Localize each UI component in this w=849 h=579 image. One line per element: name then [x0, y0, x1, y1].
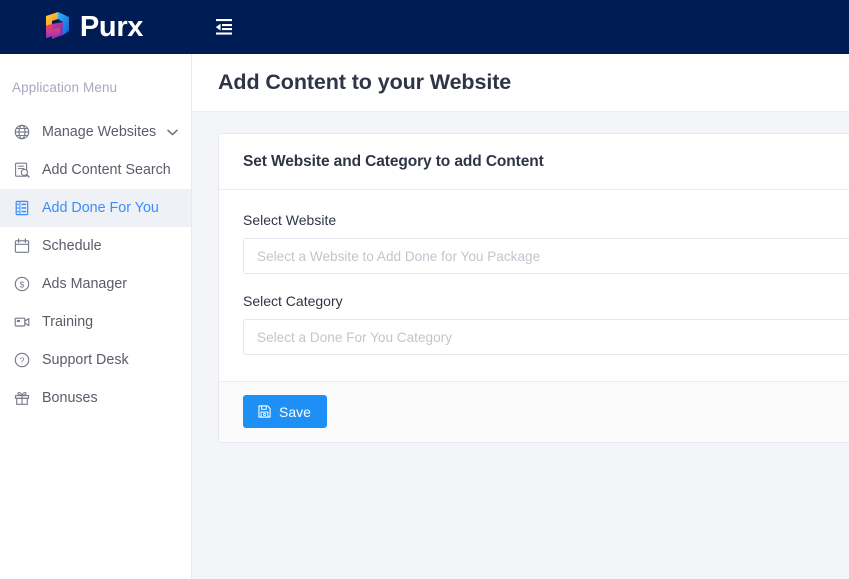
content-area: Set Website and Category to add Content … — [192, 112, 849, 443]
sidebar-item-manage-websites[interactable]: Manage Websites — [0, 113, 191, 151]
sidebar-item-bonuses[interactable]: Bonuses — [0, 379, 191, 417]
sidebar-item-label: Ads Manager — [42, 276, 128, 292]
brand-name: Purx — [79, 10, 144, 43]
sidebar-item-label: Support Desk — [42, 352, 129, 368]
select-website-input[interactable] — [243, 238, 849, 274]
sidebar: Application Menu Manage Websites Add Con… — [0, 54, 192, 579]
sidebar-item-add-content-search[interactable]: Add Content Search — [0, 151, 191, 189]
globe-icon — [12, 123, 31, 142]
sidebar-item-label: Add Content Search — [42, 162, 171, 178]
sidebar-item-ads-manager[interactable]: $ Ads Manager — [0, 265, 191, 303]
svg-text:$: $ — [19, 279, 24, 289]
page-title: Add Content to your Website — [218, 70, 512, 94]
save-button-label: Save — [279, 403, 311, 420]
calendar-icon — [12, 237, 31, 256]
top-navbar: Purx — [0, 0, 849, 54]
select-category-label: Select Category — [243, 293, 343, 309]
card-footer: Save — [219, 381, 849, 442]
sidebar-heading: Application Menu — [12, 80, 118, 95]
select-category-group: Select Category — [243, 293, 849, 355]
svg-text:?: ? — [19, 355, 24, 365]
select-website-group: Select Website — [243, 212, 849, 274]
save-button[interactable]: Save — [243, 395, 327, 428]
sidebar-item-training[interactable]: Training — [0, 303, 191, 341]
card-body: Select Website Select Category — [219, 190, 849, 381]
gift-icon — [12, 389, 31, 408]
video-camera-icon — [12, 313, 31, 332]
sidebar-item-add-done-for-you[interactable]: Add Done For You — [0, 189, 191, 227]
chevron-down-icon[interactable] — [165, 125, 179, 139]
select-website-label: Select Website — [243, 212, 337, 228]
sidebar-item-label: Schedule — [42, 238, 102, 254]
sidebar-item-label: Manage Websites — [42, 124, 157, 140]
dollar-circle-icon: $ — [12, 275, 31, 294]
question-circle-icon: ? — [12, 351, 31, 370]
floppy-disk-save-icon — [257, 405, 271, 419]
document-list-icon — [12, 199, 31, 218]
document-search-icon — [12, 161, 31, 180]
sidebar-item-label: Bonuses — [42, 390, 98, 406]
main-content: Add Content to your Website Set Website … — [192, 54, 849, 579]
add-content-card: Set Website and Category to add Content … — [218, 133, 849, 443]
select-category-input[interactable] — [243, 319, 849, 355]
card-header: Set Website and Category to add Content — [219, 134, 849, 190]
sidebar-item-support-desk[interactable]: ? Support Desk — [0, 341, 191, 379]
brand-logo-area[interactable]: Purx — [0, 0, 192, 54]
sidebar-item-label: Training — [42, 314, 94, 330]
purx-gradient-ribbon-logo — [45, 12, 69, 39]
card-header-title: Set Website and Category to add Content — [243, 153, 544, 170]
sidebar-item-schedule[interactable]: Schedule — [0, 227, 191, 265]
sidebar-item-label: Add Done For You — [42, 200, 159, 216]
sidebar-collapse-icon[interactable] — [206, 9, 242, 45]
page-title-bar: Add Content to your Website — [192, 54, 849, 112]
sidebar-collapse-glyph — [215, 19, 232, 35]
